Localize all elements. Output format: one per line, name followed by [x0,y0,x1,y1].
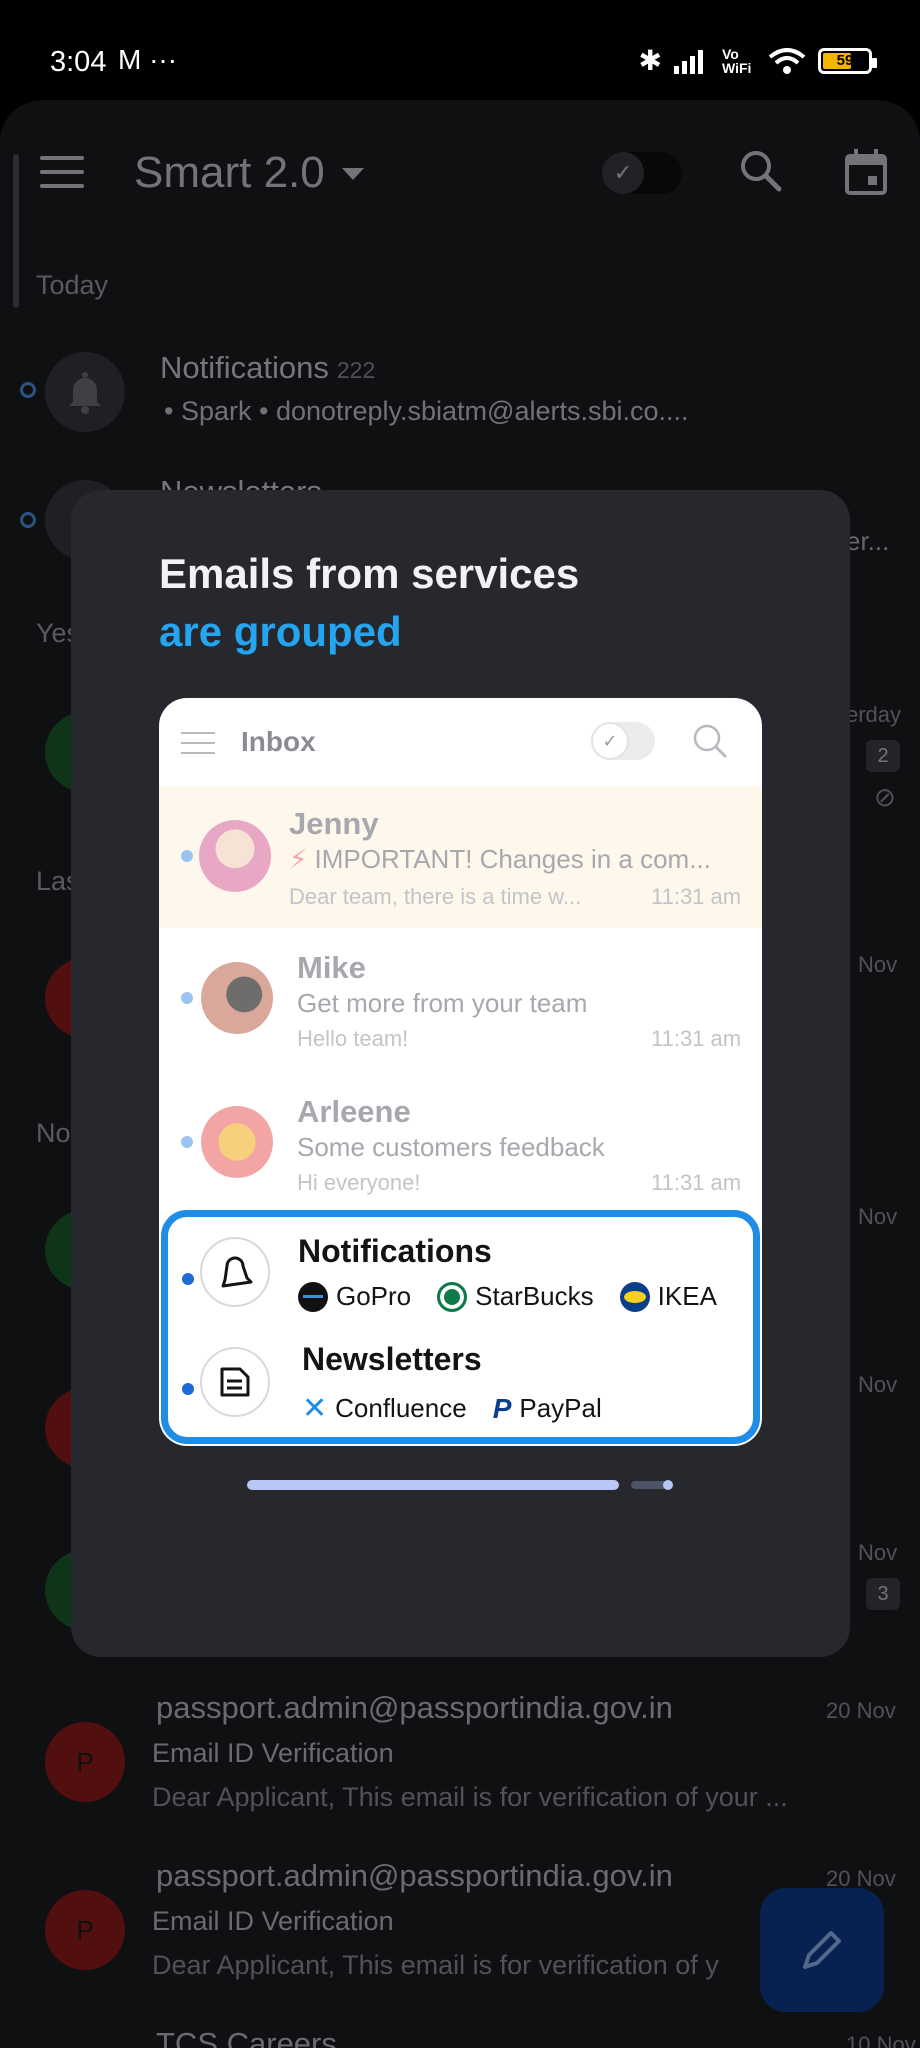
preview-title: Inbox [241,726,316,757]
page-indicator-active [247,1480,619,1490]
group-title: Newsletters [302,1341,482,1377]
bluetooth-icon: ✱ [638,45,662,76]
unread-dot [181,992,193,1004]
hamburger-menu-icon [181,732,215,762]
email-subject: Get more from your team [297,988,588,1018]
sender-name: Jenny [289,806,379,841]
search-icon [693,724,728,759]
sender-name: Arleene [297,1094,411,1129]
email-subject: ⚡ IMPORTANT! Changes in a com... [289,844,711,874]
battery-icon: 59 [818,47,877,74]
check-icon: ✓ [591,722,629,760]
sender-starbucks: StarBucks [437,1281,594,1312]
preview-email-row: Mike Get more from your team Hello team!… [159,928,762,1070]
email-preview: Hello team! [297,1026,409,1051]
gmail-notification-icon: M ··· [118,44,178,75]
avatar-jenny [199,820,271,892]
wifi-icon [768,47,806,74]
inbox-preview-illustration: Inbox ✓ Jenny ⚡ IMPORTANT! Changes in a … [159,698,762,1446]
sender-gopro: GoPro [298,1281,411,1312]
paypal-logo-icon: P [492,1392,512,1424]
unread-dot [181,1136,193,1148]
notifications-group: Notifications GoPro StarBucks IKEA [168,1225,753,1335]
starbucks-logo-icon [437,1281,468,1312]
email-time: 11:31 am [651,1026,742,1051]
signal-icon [674,49,703,74]
avatar-mike [201,962,273,1034]
vowifi-label: Vo WiFi [722,45,752,76]
email-time: 11:31 am [651,1170,742,1195]
lightning-icon: ⚡ [289,844,308,874]
newsletters-group: Newsletters ✕ Confluence P PayPal [168,1335,753,1445]
page-indicator-dot [663,1480,673,1490]
email-time: 11:31 am [651,884,742,909]
status-bar: 3:04 M ··· ✱ Vo WiFi 59 [0,0,920,100]
modal-heading: Emails from services [159,550,580,597]
battery-level: 59 [836,51,854,69]
unread-dot [181,850,193,862]
page-indicator [247,1480,687,1490]
ikea-logo-icon [619,1281,650,1312]
email-preview: Hi everyone! [297,1170,421,1195]
grouped-services-highlight: Notifications GoPro StarBucks IKEA Newsl… [161,1210,760,1444]
preview-app-bar: Inbox ✓ [159,698,762,786]
modal-heading-accent: are grouped [159,608,402,655]
status-icons: ✱ Vo WiFi 59 [638,44,877,77]
sender-paypal: P PayPal [492,1392,602,1424]
newsletter-icon [200,1347,270,1417]
preview-email-row: Arleene Some customers feedback Hi every… [159,1070,762,1212]
group-senders: ✕ Confluence P PayPal [302,1391,620,1426]
sender-name: Mike [297,950,366,985]
group-title: Notifications [298,1233,492,1269]
unread-dot [182,1383,194,1395]
bell-icon [200,1237,270,1307]
email-preview: Dear team, there is a time w... [289,884,582,909]
unread-dot [182,1273,194,1285]
onboarding-modal: Emails from services are grouped Inbox ✓… [71,490,850,1657]
avatar-arleene [201,1106,273,1178]
gopro-logo-icon [298,1281,328,1312]
preview-email-row: Jenny ⚡ IMPORTANT! Changes in a com... D… [159,786,762,928]
sender-ikea: IKEA [619,1281,717,1312]
preview-toggle: ✓ [591,722,655,760]
sender-confluence: ✕ Confluence [302,1392,467,1425]
group-senders: GoPro StarBucks IKEA [298,1281,735,1312]
status-time: 3:04 [50,46,107,78]
email-subject: Some customers feedback [297,1132,605,1162]
confluence-logo-icon: ✕ [302,1392,328,1425]
